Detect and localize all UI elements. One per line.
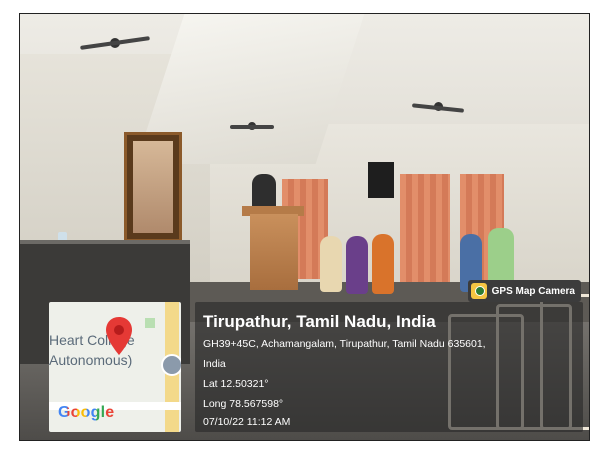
photo-frame: GPS Map Camera Heart College Autonomous)… [19,13,590,441]
address-line: India [203,358,226,370]
gps-map-camera-icon [470,283,487,299]
framed-portrait [124,132,182,242]
seated-person [372,234,394,294]
seated-person [346,236,368,294]
map-park [145,318,155,328]
google-logo-text: Google [58,404,115,421]
location-map-thumbnail: Heart College Autonomous) Google [49,302,181,432]
seated-person [320,236,342,292]
location-pin-icon [106,317,132,355]
timestamp: 07/10/22 11:12 AM [203,416,291,428]
address-line: GH39+45C, Achamangalam, Tirupathur, Tami… [203,338,486,350]
location-info-panel: Tirupathur, Tamil Nadu, India GH39+45C, … [195,302,583,432]
loudspeaker [368,162,394,198]
app-badge: GPS Map Camera [467,280,581,302]
fan-blade [230,125,274,129]
map-poi-icon [161,354,181,376]
location-title: Tirupathur, Tamil Nadu, India [203,312,436,331]
window-curtain [400,174,450,284]
podium [250,214,298,290]
google-logo: Google [58,404,114,422]
app-badge-label: GPS Map Camera [491,285,575,297]
portrait-image [133,141,173,233]
latitude-value: Lat 12.50321° [203,378,269,390]
longitude-value: Long 78.567598° [203,398,284,410]
